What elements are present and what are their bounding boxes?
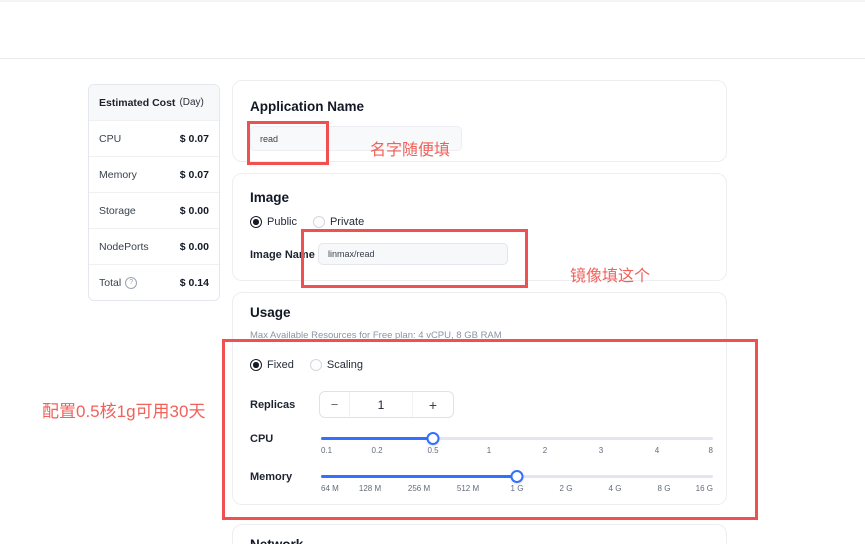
app-launch-page: Estimated Cost (Day) CPU $ 0.07 Memory $ 0.… bbox=[0, 0, 865, 544]
public-radio[interactable] bbox=[250, 216, 262, 228]
slider-tick-label: 512 M bbox=[457, 484, 479, 493]
replicas-label: Replicas bbox=[250, 399, 295, 411]
usage-mode-radio-group: Fixed Scaling bbox=[250, 359, 363, 371]
slider-tick-label: 2 bbox=[543, 446, 547, 455]
memory-slider[interactable]: 64 M 128 M 256 M 512 M 1 G 2 G 4 G 8 G 16 G bbox=[321, 467, 713, 501]
cost-row: Memory $ 0.07 bbox=[89, 156, 219, 192]
replicas-increment-button[interactable]: + bbox=[413, 392, 453, 417]
estimated-cost-panel: Estimated Cost (Day) CPU $ 0.07 Memory $ 0.… bbox=[88, 84, 220, 301]
application-name-input[interactable] bbox=[250, 126, 462, 151]
usage-title: Usage bbox=[250, 305, 291, 320]
replicas-stepper: − 1 + bbox=[319, 391, 454, 418]
cost-row: Storage $ 0.00 bbox=[89, 192, 219, 228]
slider-tick-label: 16 G bbox=[696, 484, 713, 493]
cost-row: CPU $ 0.07 bbox=[89, 120, 219, 156]
network-title: Network bbox=[250, 537, 303, 544]
slider-tick-label: 4 bbox=[655, 446, 659, 455]
slider-tick-label: 4 G bbox=[609, 484, 622, 493]
help-icon: ? bbox=[125, 277, 137, 289]
image-name-input[interactable] bbox=[318, 243, 508, 265]
image-name-label: Image Name bbox=[250, 249, 315, 261]
memory-label: Memory bbox=[250, 471, 292, 483]
cost-panel-header: Estimated Cost (Day) bbox=[89, 85, 219, 120]
scaling-radio[interactable] bbox=[310, 359, 322, 371]
cost-row-label: Memory bbox=[99, 169, 137, 181]
slider-tick-label: 3 bbox=[599, 446, 603, 455]
cpu-slider-fill bbox=[321, 437, 433, 440]
cost-panel-title: Estimated Cost bbox=[99, 97, 175, 109]
network-card: Network bbox=[232, 524, 727, 544]
slider-tick-label: 0.1 bbox=[321, 446, 332, 455]
slider-tick-label: 0.5 bbox=[427, 446, 438, 455]
usage-card: Usage Max Available Resources for Free p… bbox=[232, 292, 727, 505]
fixed-radio[interactable] bbox=[250, 359, 262, 371]
memory-slider-fill bbox=[321, 475, 517, 478]
slider-tick-label: 256 M bbox=[408, 484, 430, 493]
application-name-card: Application Name bbox=[232, 80, 727, 162]
slider-tick-label: 128 M bbox=[359, 484, 381, 493]
cost-row-value: $ 0.07 bbox=[180, 169, 209, 181]
usage-annotation: 配置0.5核1g可用30天 bbox=[42, 397, 205, 422]
cost-rows: CPU$ 0.07Memory$ 0.07Storage$ 0.00NodePo… bbox=[89, 120, 219, 300]
slider-tick-label: 1 bbox=[487, 446, 491, 455]
slider-tick-label: 1 G bbox=[511, 484, 524, 493]
replicas-decrement-button[interactable]: − bbox=[320, 392, 350, 417]
usage-subtitle: Max Available Resources for Free plan: 4… bbox=[250, 330, 502, 341]
cost-row-label: NodePorts bbox=[99, 241, 149, 253]
cost-row-value: $ 0.00 bbox=[180, 205, 209, 217]
cost-row-value: $ 0.14 bbox=[180, 277, 209, 289]
cost-row-value: $ 0.07 bbox=[180, 133, 209, 145]
slider-tick-label: 64 M bbox=[321, 484, 339, 493]
slider-tick-label: 0.2 bbox=[371, 446, 382, 455]
cost-row-label: Storage bbox=[99, 205, 136, 217]
cost-row-label: Total? bbox=[99, 277, 137, 289]
memory-slider-handle[interactable] bbox=[511, 470, 524, 483]
public-radio-label: Public bbox=[267, 216, 297, 228]
cost-row: NodePorts $ 0.00 bbox=[89, 228, 219, 264]
cpu-slider-handle[interactable] bbox=[427, 432, 440, 445]
replicas-value[interactable]: 1 bbox=[350, 392, 413, 417]
cpu-label: CPU bbox=[250, 433, 273, 445]
cost-row: Total? $ 0.14 bbox=[89, 264, 219, 300]
cpu-slider[interactable]: 0.1 0.2 0.5 1 2 3 4 8 bbox=[321, 429, 713, 463]
image-card: Image Public Private Image Name bbox=[232, 173, 727, 281]
scaling-radio-label: Scaling bbox=[327, 359, 363, 371]
image-title: Image bbox=[250, 190, 289, 205]
cost-panel-period: (Day) bbox=[179, 97, 203, 108]
slider-tick-label: 8 G bbox=[658, 484, 671, 493]
private-radio[interactable] bbox=[313, 216, 325, 228]
slider-tick-label: 2 G bbox=[560, 484, 573, 493]
cost-row-value: $ 0.00 bbox=[180, 241, 209, 253]
private-radio-label: Private bbox=[330, 216, 364, 228]
fixed-radio-label: Fixed bbox=[267, 359, 294, 371]
cost-row-label: CPU bbox=[99, 133, 121, 145]
slider-tick-label: 8 bbox=[709, 446, 713, 455]
image-visibility-radio-group: Public Private bbox=[250, 216, 364, 228]
application-name-title: Application Name bbox=[250, 99, 364, 114]
top-header-bar bbox=[0, 0, 865, 59]
